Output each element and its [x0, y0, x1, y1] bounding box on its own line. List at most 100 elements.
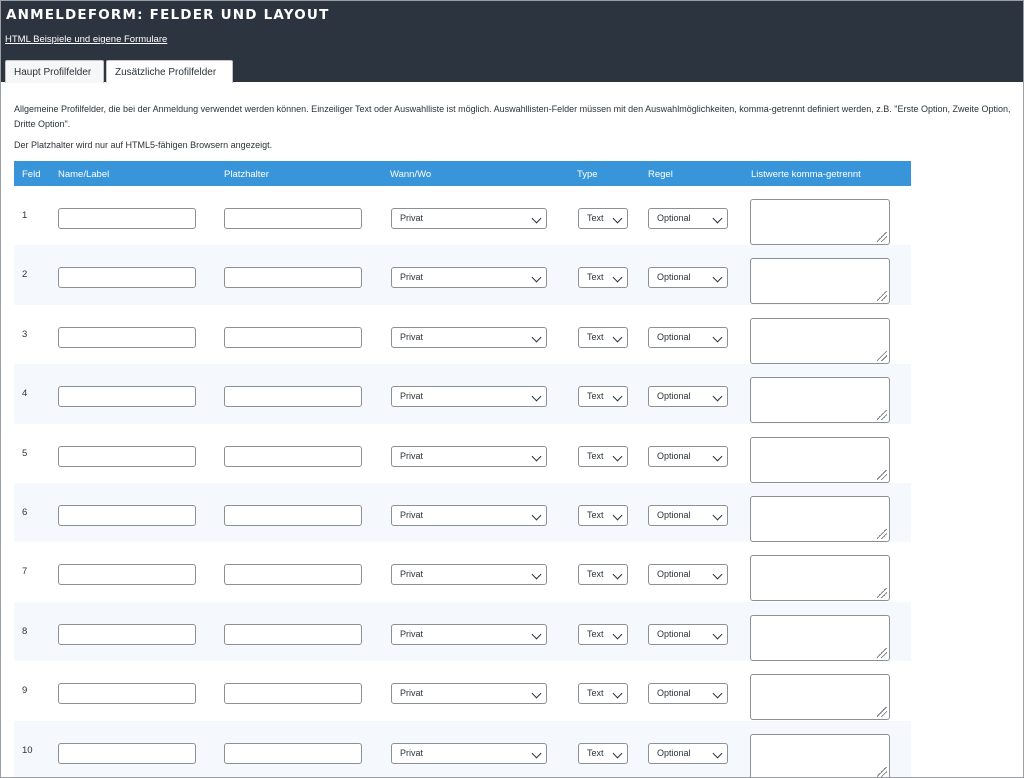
name-label-input[interactable]	[58, 208, 196, 229]
regel-select[interactable]: Optional	[648, 623, 728, 645]
table-row: 3 Privat Text Optional	[14, 305, 911, 364]
type-select[interactable]: Text	[578, 326, 628, 348]
wann-wo-select[interactable]: Privat	[391, 564, 547, 586]
type-select[interactable]: Text	[578, 742, 628, 764]
header-listwerte: Listwerte komma-getrennt	[751, 169, 861, 180]
resize-handle-icon[interactable]	[877, 232, 887, 242]
list-values-textarea[interactable]	[750, 199, 890, 245]
resize-handle-icon[interactable]	[877, 588, 887, 599]
resize-handle-icon[interactable]	[877, 350, 887, 361]
wann-wo-select[interactable]: Privat	[391, 208, 547, 229]
chevron-down-icon	[531, 688, 542, 699]
name-label-input[interactable]	[58, 386, 196, 408]
type-value: Text	[587, 628, 604, 639]
placeholder-input[interactable]	[224, 623, 362, 645]
regel-select[interactable]: Optional	[648, 445, 728, 467]
chevron-down-icon	[612, 332, 623, 343]
name-label-input[interactable]	[58, 742, 196, 764]
examples-link[interactable]: HTML Beispiele und eigene Formulare	[5, 34, 167, 45]
chevron-down-icon	[712, 748, 723, 758]
placeholder-input[interactable]	[224, 683, 362, 705]
wann-wo-select[interactable]: Privat	[391, 267, 547, 289]
regel-select[interactable]: Optional	[648, 564, 728, 586]
regel-select[interactable]: Optional	[648, 326, 728, 348]
placeholder-input[interactable]	[224, 564, 362, 586]
wann-wo-value: Privat	[400, 331, 424, 342]
chevron-down-icon	[712, 213, 723, 224]
name-label-input[interactable]	[58, 445, 196, 467]
type-select[interactable]: Text	[578, 445, 628, 467]
name-label-input[interactable]	[58, 623, 196, 645]
name-label-input[interactable]	[58, 326, 196, 348]
resize-handle-icon[interactable]	[877, 528, 887, 539]
regel-value: Optional	[657, 391, 691, 402]
name-label-input[interactable]	[58, 267, 196, 289]
chevron-down-icon	[712, 332, 723, 343]
name-label-input[interactable]	[58, 564, 196, 586]
placeholder-input[interactable]	[224, 445, 362, 467]
chevron-down-icon	[712, 569, 723, 580]
regel-value: Optional	[657, 213, 691, 223]
placeholder-input[interactable]	[224, 208, 362, 229]
table-row: 1 Privat Text Optional	[14, 186, 911, 245]
wann-wo-value: Privat	[400, 450, 424, 461]
tab-additional-profile-fields[interactable]: Zusätzliche Profilfelder	[106, 60, 233, 83]
resize-handle-icon[interactable]	[877, 291, 887, 302]
wann-wo-select[interactable]: Privat	[391, 445, 547, 467]
type-select[interactable]: Text	[578, 208, 628, 229]
wann-wo-select[interactable]: Privat	[391, 623, 547, 645]
list-values-textarea[interactable]	[750, 614, 890, 661]
placeholder-input[interactable]	[224, 742, 362, 764]
list-values-textarea[interactable]	[750, 495, 890, 542]
chevron-down-icon	[612, 451, 623, 462]
name-label-input[interactable]	[58, 504, 196, 526]
table-row: 6 Privat Text Optional	[14, 482, 911, 543]
regel-select[interactable]: Optional	[648, 386, 728, 408]
list-values-textarea[interactable]	[750, 555, 890, 602]
field-number: 9	[22, 685, 28, 697]
wann-wo-select[interactable]: Privat	[391, 683, 547, 705]
resize-handle-icon[interactable]	[877, 647, 887, 658]
resize-handle-icon[interactable]	[877, 766, 887, 777]
chevron-down-icon	[712, 510, 723, 521]
field-number: 3	[22, 328, 28, 340]
regel-select[interactable]: Optional	[648, 504, 728, 526]
resize-handle-icon[interactable]	[877, 469, 887, 480]
resize-handle-icon[interactable]	[877, 410, 887, 421]
regel-select[interactable]: Optional	[648, 683, 728, 705]
field-number: 7	[22, 566, 28, 578]
type-select[interactable]: Text	[578, 386, 628, 408]
type-value: Text	[587, 450, 604, 461]
list-values-textarea[interactable]	[750, 674, 890, 721]
chevron-down-icon	[612, 629, 623, 640]
regel-select[interactable]: Optional	[648, 208, 728, 229]
chevron-down-icon	[612, 272, 623, 283]
list-values-textarea[interactable]	[750, 377, 890, 424]
wann-wo-select[interactable]: Privat	[391, 326, 547, 348]
type-select[interactable]: Text	[578, 623, 628, 645]
regel-select[interactable]: Optional	[648, 742, 728, 764]
wann-wo-select[interactable]: Privat	[391, 742, 547, 764]
placeholder-input[interactable]	[224, 326, 362, 348]
regel-value: Optional	[657, 569, 691, 580]
list-values-textarea[interactable]	[750, 436, 890, 483]
name-label-input[interactable]	[58, 683, 196, 705]
wann-wo-select[interactable]: Privat	[391, 386, 547, 408]
placeholder-input[interactable]	[224, 386, 362, 408]
type-select[interactable]: Text	[578, 564, 628, 586]
list-values-textarea[interactable]	[750, 733, 890, 777]
list-values-textarea[interactable]	[750, 317, 890, 364]
regel-select[interactable]: Optional	[648, 267, 728, 289]
regel-value: Optional	[657, 272, 691, 283]
placeholder-input[interactable]	[224, 504, 362, 526]
type-select[interactable]: Text	[578, 504, 628, 526]
type-select[interactable]: Text	[578, 267, 628, 289]
tab-main-profile-fields[interactable]: Haupt Profilfelder	[5, 60, 104, 83]
placeholder-input[interactable]	[224, 267, 362, 289]
field-number: 4	[22, 388, 28, 400]
wann-wo-select[interactable]: Privat	[391, 504, 547, 526]
type-select[interactable]: Text	[578, 683, 628, 705]
header-name-label: Name/Label	[58, 169, 110, 180]
resize-handle-icon[interactable]	[877, 707, 887, 718]
list-values-textarea[interactable]	[750, 258, 890, 305]
